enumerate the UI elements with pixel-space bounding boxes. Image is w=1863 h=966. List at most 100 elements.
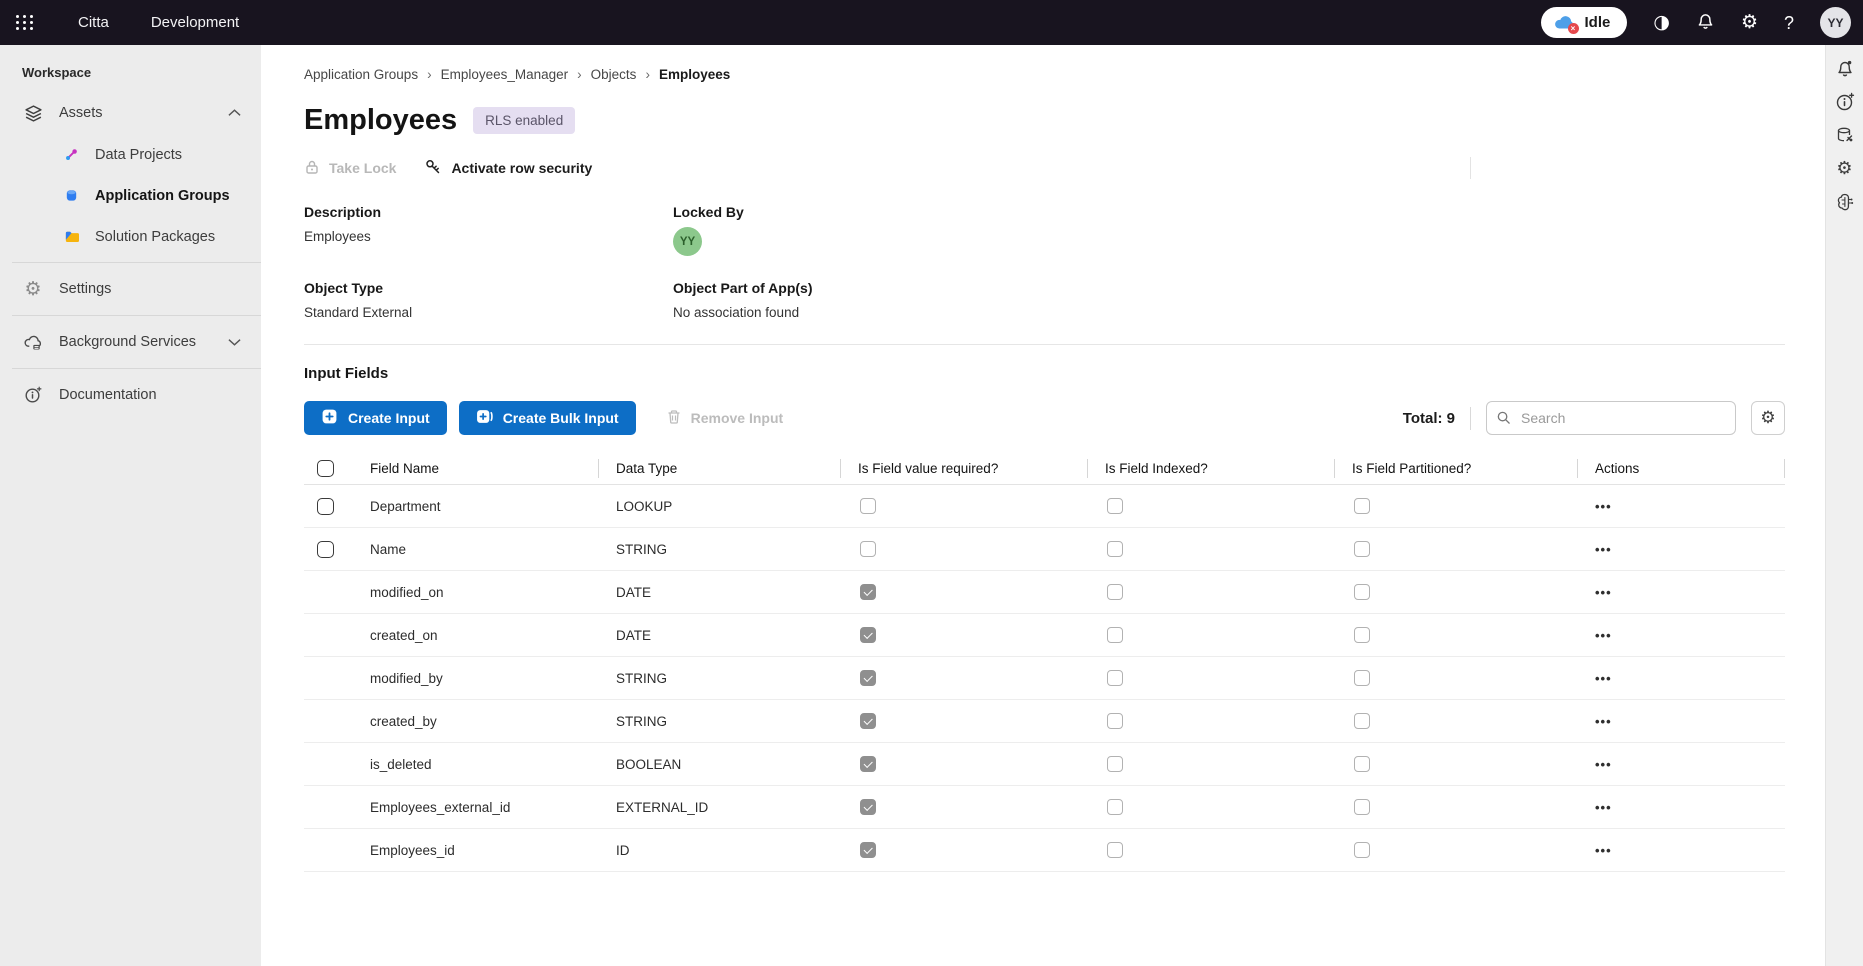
data-projects-icon bbox=[62, 147, 80, 162]
indexed-checkbox[interactable] bbox=[1107, 799, 1123, 815]
sidebar-item-solution-packages[interactable]: Solution Packages bbox=[0, 216, 261, 257]
indexed-checkbox[interactable] bbox=[1107, 584, 1123, 600]
more-actions-icon[interactable]: ••• bbox=[1595, 542, 1612, 557]
sidebar-item-documentation[interactable]: Documentation bbox=[0, 374, 261, 416]
cell-field-name: created_by bbox=[352, 714, 598, 729]
partitioned-checkbox[interactable] bbox=[1354, 498, 1370, 514]
rail-ai-brain-icon[interactable] bbox=[1835, 192, 1855, 212]
breadcrumb-separator: › bbox=[568, 67, 591, 82]
sidebar-item-label: Background Services bbox=[59, 334, 196, 350]
sidebar-item-settings[interactable]: ⚙ Settings bbox=[0, 268, 261, 310]
required-checkbox[interactable] bbox=[860, 541, 876, 557]
status-pill[interactable]: × Idle bbox=[1541, 7, 1628, 38]
cell-field-name: Employees_external_id bbox=[352, 800, 598, 815]
input-fields-table: Field Name Data Type Is Field value requ… bbox=[304, 452, 1785, 872]
right-rail: ⚙ bbox=[1825, 45, 1863, 966]
sidebar-item-data-projects[interactable]: Data Projects bbox=[0, 134, 261, 175]
sidebar-item-label: Data Projects bbox=[95, 147, 182, 163]
breadcrumb-objects[interactable]: Objects bbox=[591, 67, 637, 82]
more-actions-icon[interactable]: ••• bbox=[1595, 499, 1612, 514]
row-checkbox[interactable] bbox=[317, 541, 334, 558]
status-error-badge: × bbox=[1568, 23, 1579, 34]
sidebar: Workspace Assets Data Projects Applicati… bbox=[0, 45, 261, 966]
search-input[interactable] bbox=[1486, 401, 1736, 435]
divider bbox=[12, 315, 261, 316]
required-checkbox bbox=[860, 842, 876, 858]
take-lock-button[interactable]: Take Lock bbox=[304, 159, 396, 178]
select-all-checkbox[interactable] bbox=[317, 460, 334, 477]
rail-assistant-info-icon[interactable] bbox=[1835, 92, 1855, 112]
partitioned-checkbox[interactable] bbox=[1354, 713, 1370, 729]
more-actions-icon[interactable]: ••• bbox=[1595, 714, 1612, 729]
indexed-checkbox[interactable] bbox=[1107, 842, 1123, 858]
sidebar-item-assets[interactable]: Assets bbox=[0, 92, 261, 134]
activate-row-security-button[interactable]: Activate row security bbox=[424, 158, 592, 179]
partitioned-checkbox[interactable] bbox=[1354, 799, 1370, 815]
indexed-checkbox[interactable] bbox=[1107, 713, 1123, 729]
sidebar-item-application-groups[interactable]: Application Groups bbox=[0, 175, 261, 216]
table-row: created_on DATE ••• bbox=[304, 614, 1785, 657]
partitioned-checkbox[interactable] bbox=[1354, 627, 1370, 643]
table-row: modified_on DATE ••• bbox=[304, 571, 1785, 614]
remove-input-button[interactable]: Remove Input bbox=[666, 409, 784, 428]
row-checkbox[interactable] bbox=[317, 498, 334, 515]
table-row: modified_by STRING ••• bbox=[304, 657, 1785, 700]
notifications-bell-icon[interactable] bbox=[1696, 11, 1715, 34]
menu-development[interactable]: Development bbox=[151, 14, 239, 31]
object-details: Description Employees Locked By YY Objec… bbox=[304, 204, 1785, 320]
partitioned-checkbox[interactable] bbox=[1354, 670, 1370, 686]
indexed-checkbox[interactable] bbox=[1107, 756, 1123, 772]
cloud-services-icon bbox=[22, 334, 44, 351]
create-bulk-input-button[interactable]: Create Bulk Input bbox=[459, 401, 636, 435]
table-row: Department LOOKUP ••• bbox=[304, 485, 1785, 528]
required-checkbox bbox=[860, 799, 876, 815]
breadcrumb-current: Employees bbox=[659, 67, 730, 82]
more-actions-icon[interactable]: ••• bbox=[1595, 671, 1612, 686]
rail-data-connector-icon[interactable] bbox=[1835, 126, 1855, 146]
indexed-checkbox[interactable] bbox=[1107, 498, 1123, 514]
indexed-checkbox[interactable] bbox=[1107, 627, 1123, 643]
sidebar-item-label: Documentation bbox=[59, 387, 157, 403]
lock-icon bbox=[304, 159, 320, 178]
object-part-value: No association found bbox=[673, 305, 1785, 320]
partitioned-checkbox[interactable] bbox=[1354, 756, 1370, 772]
required-checkbox[interactable] bbox=[860, 498, 876, 514]
topbar: Citta Development × Idle ◑ ⚙ ? YY bbox=[0, 0, 1863, 45]
breadcrumb-employees-manager[interactable]: Employees_Manager bbox=[441, 67, 569, 82]
object-type-label: Object Type bbox=[304, 280, 673, 296]
gear-icon: ⚙ bbox=[22, 280, 44, 299]
partitioned-checkbox[interactable] bbox=[1354, 541, 1370, 557]
take-lock-label: Take Lock bbox=[329, 160, 396, 176]
partitioned-checkbox[interactable] bbox=[1354, 842, 1370, 858]
menu-citta[interactable]: Citta bbox=[78, 14, 109, 31]
theme-contrast-icon[interactable]: ◑ bbox=[1653, 13, 1670, 32]
breadcrumb-application-groups[interactable]: Application Groups bbox=[304, 67, 418, 82]
indexed-checkbox[interactable] bbox=[1107, 670, 1123, 686]
divider bbox=[1470, 157, 1471, 179]
required-checkbox bbox=[860, 670, 876, 686]
rail-settings-gear-icon[interactable]: ⚙ bbox=[1836, 160, 1852, 178]
table-settings-button[interactable]: ⚙ bbox=[1751, 401, 1785, 435]
create-input-button[interactable]: Create Input bbox=[304, 401, 447, 435]
settings-gear-icon[interactable]: ⚙ bbox=[1741, 13, 1758, 32]
app-grid-icon[interactable] bbox=[16, 15, 34, 30]
more-actions-icon[interactable]: ••• bbox=[1595, 800, 1612, 815]
indexed-checkbox[interactable] bbox=[1107, 541, 1123, 557]
help-icon[interactable]: ? bbox=[1784, 14, 1794, 32]
more-actions-icon[interactable]: ••• bbox=[1595, 843, 1612, 858]
object-toolbar: Take Lock Activate row security bbox=[304, 154, 1785, 182]
required-checkbox bbox=[860, 756, 876, 772]
sidebar-item-background-services[interactable]: Background Services bbox=[0, 321, 261, 363]
required-checkbox bbox=[860, 584, 876, 600]
partitioned-checkbox[interactable] bbox=[1354, 584, 1370, 600]
user-avatar[interactable]: YY bbox=[1820, 7, 1851, 38]
rail-notification-bell-icon[interactable] bbox=[1835, 58, 1855, 78]
key-icon bbox=[424, 158, 442, 179]
locked-by-label: Locked By bbox=[673, 204, 1785, 220]
activate-row-security-label: Activate row security bbox=[451, 160, 592, 176]
column-indexed: Is Field Indexed? bbox=[1087, 452, 1334, 484]
more-actions-icon[interactable]: ••• bbox=[1595, 628, 1612, 643]
more-actions-icon[interactable]: ••• bbox=[1595, 585, 1612, 600]
divider bbox=[304, 344, 1785, 345]
more-actions-icon[interactable]: ••• bbox=[1595, 757, 1612, 772]
